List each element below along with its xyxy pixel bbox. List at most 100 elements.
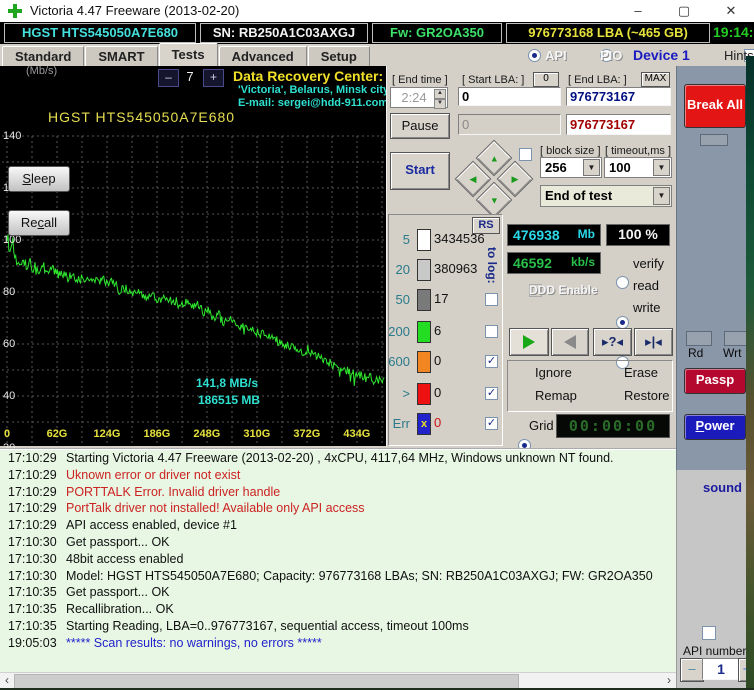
start-lba-label: [ Start LBA: ]	[462, 74, 525, 86]
timeout-dropdown[interactable]: 100 ▼	[604, 157, 672, 178]
log-time: 17:10:30	[8, 568, 57, 583]
step-back-button[interactable]	[551, 328, 589, 356]
drive-serial: SN: RB250A1C03AXGJ	[200, 23, 368, 43]
tab-setup[interactable]: Setup	[307, 46, 370, 66]
api-number-value: 1	[702, 658, 740, 680]
api-radio[interactable]	[528, 49, 541, 62]
y-axis-tick: 80	[3, 286, 16, 298]
sleep-button[interactable]: Sleep	[8, 166, 70, 192]
maximize-button[interactable]: ▢	[661, 0, 707, 22]
scroll-right-icon[interactable]: ›	[662, 673, 676, 689]
nav-option-checkbox[interactable]	[519, 148, 532, 161]
position-lcd: 476938 Mb	[507, 224, 601, 246]
end-lba-input[interactable]: 976773167	[566, 87, 671, 106]
minimize-button[interactable]: –	[615, 0, 661, 22]
end-lba-max-button[interactable]: MAX	[641, 72, 670, 87]
log-horizontal-scrollbar[interactable]: ‹ ›	[0, 672, 676, 690]
log-area[interactable]: 17:10:29 Starting Victoria 4.47 Freeware …	[0, 448, 676, 674]
sound-checkbox[interactable]	[702, 626, 717, 640]
end-time-spin-arrows[interactable]: ▲ ▼	[434, 89, 446, 109]
passport-button[interactable]: Passp	[684, 368, 746, 394]
end-action-dropdown[interactable]: End of test ▼	[540, 185, 672, 207]
log-message: PortTalk driver not installed! Available…	[66, 501, 365, 516]
log-line: 17:10:30 Model: HGST HTS545050A7E680; Cap…	[0, 568, 676, 585]
log-time: 17:10:30	[8, 534, 57, 549]
ddd-enable-label: DDD Enable	[529, 283, 598, 297]
block-size-label: [ block size ]	[540, 145, 601, 157]
log-line: 17:10:30 48bit access enabled	[0, 551, 676, 568]
stat-log-checkbox[interactable]: ✓	[485, 417, 498, 430]
scan-question-icon: ▸?◂	[602, 334, 623, 349]
stat-row-200: 200 6	[388, 321, 498, 343]
log-message: ***** Scan results: no warnings, no erro…	[66, 635, 322, 650]
stat-color-box: x	[417, 413, 431, 435]
stat-row-err: Err x 0 ✓	[393, 413, 498, 435]
timeout-dropdown-arrow-icon[interactable]: ▼	[653, 159, 670, 176]
speed-lcd: 46592 kb/s	[507, 252, 601, 274]
tab-advanced[interactable]: Advanced	[218, 46, 307, 66]
write-activity-led	[724, 331, 747, 346]
y-axis-tick: 140	[3, 130, 22, 142]
end-action-dropdown-arrow-icon[interactable]: ▼	[653, 187, 670, 205]
tab-smart[interactable]: SMART	[85, 46, 158, 66]
log-line: 17:10:29 API access enabled, device #1	[0, 517, 676, 534]
overlay-speed: 141,8 MB/s	[196, 376, 259, 390]
graph-zoom-in-button[interactable]: +	[203, 69, 224, 87]
recall-button[interactable]: Recall	[8, 210, 70, 236]
stat-log-checkbox[interactable]: ✓	[485, 355, 498, 368]
skip-end-button[interactable]: ▸|◂	[634, 328, 673, 356]
stat-color-box	[417, 351, 431, 373]
stat-count: 3434536	[434, 231, 485, 246]
end-time-label: [ End time ]	[392, 74, 448, 86]
graph-zoom-out-button[interactable]: –	[158, 69, 179, 87]
start-lba-input[interactable]: 0	[458, 87, 561, 106]
verify-radio[interactable]	[616, 276, 629, 289]
tab-standard[interactable]: Standard	[2, 46, 85, 66]
skip-end-icon: ▸|◂	[645, 334, 662, 349]
overlay-position: 186515 MB	[198, 393, 261, 407]
stat-row-20: 20 380963	[393, 259, 498, 281]
read-speed-curve	[6, 234, 385, 386]
pause-button[interactable]: Pause	[390, 113, 450, 139]
stat-row->: >0 ✓	[393, 383, 498, 405]
end-lba-label: [ End LBA: ]	[568, 74, 627, 86]
nav-down-icon: ▼	[489, 194, 499, 205]
play-icon	[523, 335, 535, 349]
stat-label: 20	[395, 262, 410, 277]
device-label: Device 1	[633, 47, 690, 63]
start-button[interactable]: Start	[390, 152, 450, 190]
play-button[interactable]	[509, 328, 549, 356]
stat-count: 6	[434, 323, 442, 338]
close-button[interactable]: ✕	[708, 0, 754, 22]
start-lba-zero-button[interactable]: 0	[533, 72, 559, 87]
x-axis-tick: 186G	[143, 428, 171, 440]
stat-color-box	[417, 229, 431, 251]
stat-count: 17	[434, 291, 449, 306]
app-icon	[8, 4, 22, 18]
stat-log-checkbox[interactable]	[485, 293, 498, 306]
status-led	[700, 134, 728, 146]
break-all-button[interactable]: Break All	[684, 84, 746, 128]
power-button[interactable]: Power	[684, 414, 746, 440]
wrt-led-label: Wrt	[723, 346, 742, 360]
x-axis-tick: 434G	[343, 428, 371, 440]
api-number-minus-button[interactable]: –	[680, 658, 704, 682]
window-title: Victoria 4.47 Freeware (2013-02-20)	[30, 3, 240, 18]
restore-radio-label: Restore	[624, 388, 670, 403]
tab-tests[interactable]: Tests	[158, 43, 218, 66]
stat-count: 380963	[434, 261, 478, 276]
stat-log-checkbox[interactable]	[485, 325, 498, 338]
scroll-left-icon[interactable]: ‹	[0, 673, 14, 689]
y-axis-unit: (Mb/s)	[26, 65, 58, 77]
log-message: Get passport... OK	[66, 534, 170, 549]
progress-lcd: 100 %	[606, 224, 670, 246]
stat-color-box	[417, 259, 431, 281]
scan-question-button[interactable]: ▸?◂	[593, 328, 632, 356]
block-size-dropdown[interactable]: 256 ▼	[540, 157, 602, 178]
log-time: 17:10:29	[8, 518, 57, 533]
stat-log-checkbox[interactable]: ✓	[485, 387, 498, 400]
pio-radio-label: PIO	[600, 48, 623, 63]
log-line: 17:10:29 PORTTALK Error. Invalid driver h…	[0, 484, 676, 501]
block-size-dropdown-arrow-icon[interactable]: ▼	[583, 159, 600, 176]
end-time-spinner[interactable]: 2:24 ▲ ▼	[390, 87, 448, 109]
